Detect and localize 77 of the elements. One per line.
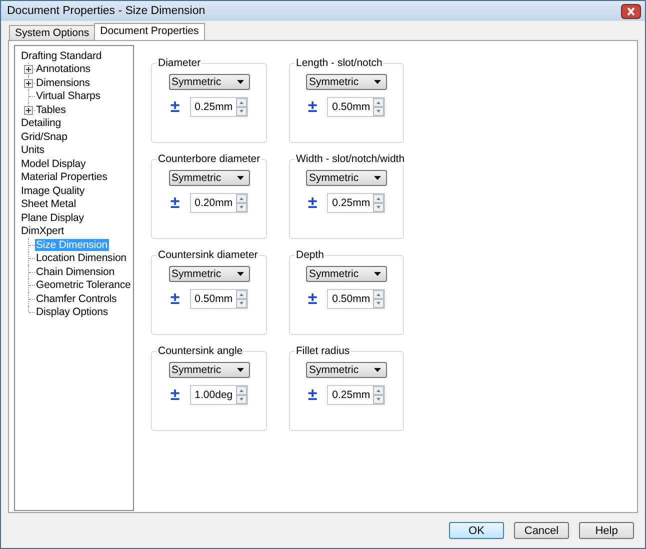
dropdown[interactable]: Symmetric — [306, 74, 387, 90]
tree-item[interactable]: Model Display — [20, 158, 87, 170]
spin-field[interactable]: 1.00deg — [190, 385, 248, 405]
tab[interactable]: Document Properties — [94, 23, 205, 40]
spin-arrows-icon[interactable] — [236, 290, 247, 308]
spin-field[interactable]: 0.50mm — [190, 289, 248, 309]
group-title: Countersink angle — [157, 345, 244, 357]
spin-arrows-icon[interactable] — [236, 194, 247, 212]
tree-item[interactable]: Material Properties — [20, 171, 108, 184]
caret-icon — [236, 80, 244, 84]
expand-icon[interactable] — [24, 65, 33, 74]
spin-arrows-icon[interactable] — [373, 386, 384, 404]
tab[interactable]: System Options — [9, 25, 96, 40]
tolerance-sign: ± — [308, 290, 318, 308]
tree-item[interactable]: Sheet Metal — [20, 198, 77, 210]
group-title: Diameter — [157, 57, 202, 69]
tree-item[interactable]: Geometric Tolerance — [35, 279, 132, 292]
dropdown[interactable]: Symmetric — [168, 170, 250, 186]
tolerance-sign: ± — [308, 98, 318, 116]
tolerance-sign: ± — [170, 98, 180, 116]
spin-field[interactable]: 0.25mm — [190, 97, 248, 117]
caret-icon — [374, 272, 381, 276]
spin-arrows-icon[interactable] — [373, 98, 384, 116]
tolerance-sign: ± — [308, 194, 318, 212]
dropdown[interactable]: Symmetric — [168, 74, 250, 90]
tree-item[interactable]: Display Options — [35, 306, 110, 318]
tolerance-sign: ± — [170, 290, 180, 308]
dropdown[interactable]: Symmetric — [168, 266, 250, 282]
caret-icon — [374, 176, 381, 180]
caret-icon — [374, 80, 381, 84]
tree-item[interactable]: Tables — [35, 104, 67, 116]
tree-item[interactable]: Plane Display — [20, 212, 85, 224]
expand-icon[interactable] — [24, 106, 33, 114]
tree-item[interactable]: Chamfer Controls — [35, 292, 118, 305]
close-icon[interactable] — [621, 4, 641, 18]
tree-item[interactable]: Chain Dimension — [35, 266, 116, 278]
tree-item[interactable]: Annotations — [35, 63, 92, 76]
dropdown[interactable]: Symmetric — [168, 362, 250, 378]
expand-icon[interactable] — [24, 78, 33, 88]
tree-item[interactable]: Image Quality — [20, 184, 86, 197]
spin-field[interactable]: 0.25mm — [327, 385, 386, 405]
dropdown[interactable]: Symmetric — [306, 266, 387, 282]
group-title: Width - slot/notch/width — [295, 153, 406, 165]
tolerance-sign: ± — [170, 194, 180, 212]
caret-icon — [236, 368, 244, 372]
spin-field[interactable]: 0.20mm — [190, 193, 248, 213]
caret-icon — [236, 176, 244, 180]
tree-item[interactable]: Units — [20, 144, 46, 156]
tree-item[interactable]: Location Dimension — [35, 252, 128, 264]
dropdown[interactable]: Symmetric — [306, 170, 387, 186]
dialog-button[interactable]: Cancel — [514, 522, 569, 539]
tolerance-sign: ± — [308, 386, 318, 404]
spin-arrows-icon[interactable] — [373, 194, 384, 212]
caret-icon — [374, 368, 381, 372]
tree-item[interactable]: Detailing — [20, 117, 62, 130]
spin-arrows-icon[interactable] — [236, 386, 247, 404]
spin-field[interactable]: 0.50mm — [327, 289, 386, 309]
group-title: Countersink diameter — [157, 249, 259, 261]
window-title: Document Properties - Size Dimension — [7, 5, 206, 17]
spin-arrows-icon[interactable] — [373, 290, 384, 308]
group-title: Length - slot/notch — [295, 57, 384, 69]
dropdown[interactable]: Symmetric — [306, 362, 387, 378]
tree-item[interactable]: DimXpert — [20, 225, 65, 238]
caret-icon — [236, 272, 244, 276]
spin-arrows-icon[interactable] — [236, 98, 247, 116]
tolerance-sign: ± — [170, 386, 180, 404]
tree-item[interactable]: Drafting Standard — [20, 50, 103, 62]
tree-item[interactable]: Grid/Snap — [20, 130, 68, 143]
group-title: Depth — [295, 249, 326, 261]
spin-field[interactable]: 0.50mm — [327, 97, 386, 117]
dialog-button[interactable]: OK — [449, 522, 504, 539]
dialog-button[interactable]: Help — [579, 522, 634, 539]
tree-item[interactable]: Virtual Sharps — [35, 90, 102, 102]
spin-field[interactable]: 0.25mm — [327, 193, 386, 213]
group-title: Fillet radius — [295, 345, 351, 357]
tree-item[interactable]: Dimensions — [35, 76, 91, 89]
group-title: Counterbore diameter — [157, 153, 262, 165]
